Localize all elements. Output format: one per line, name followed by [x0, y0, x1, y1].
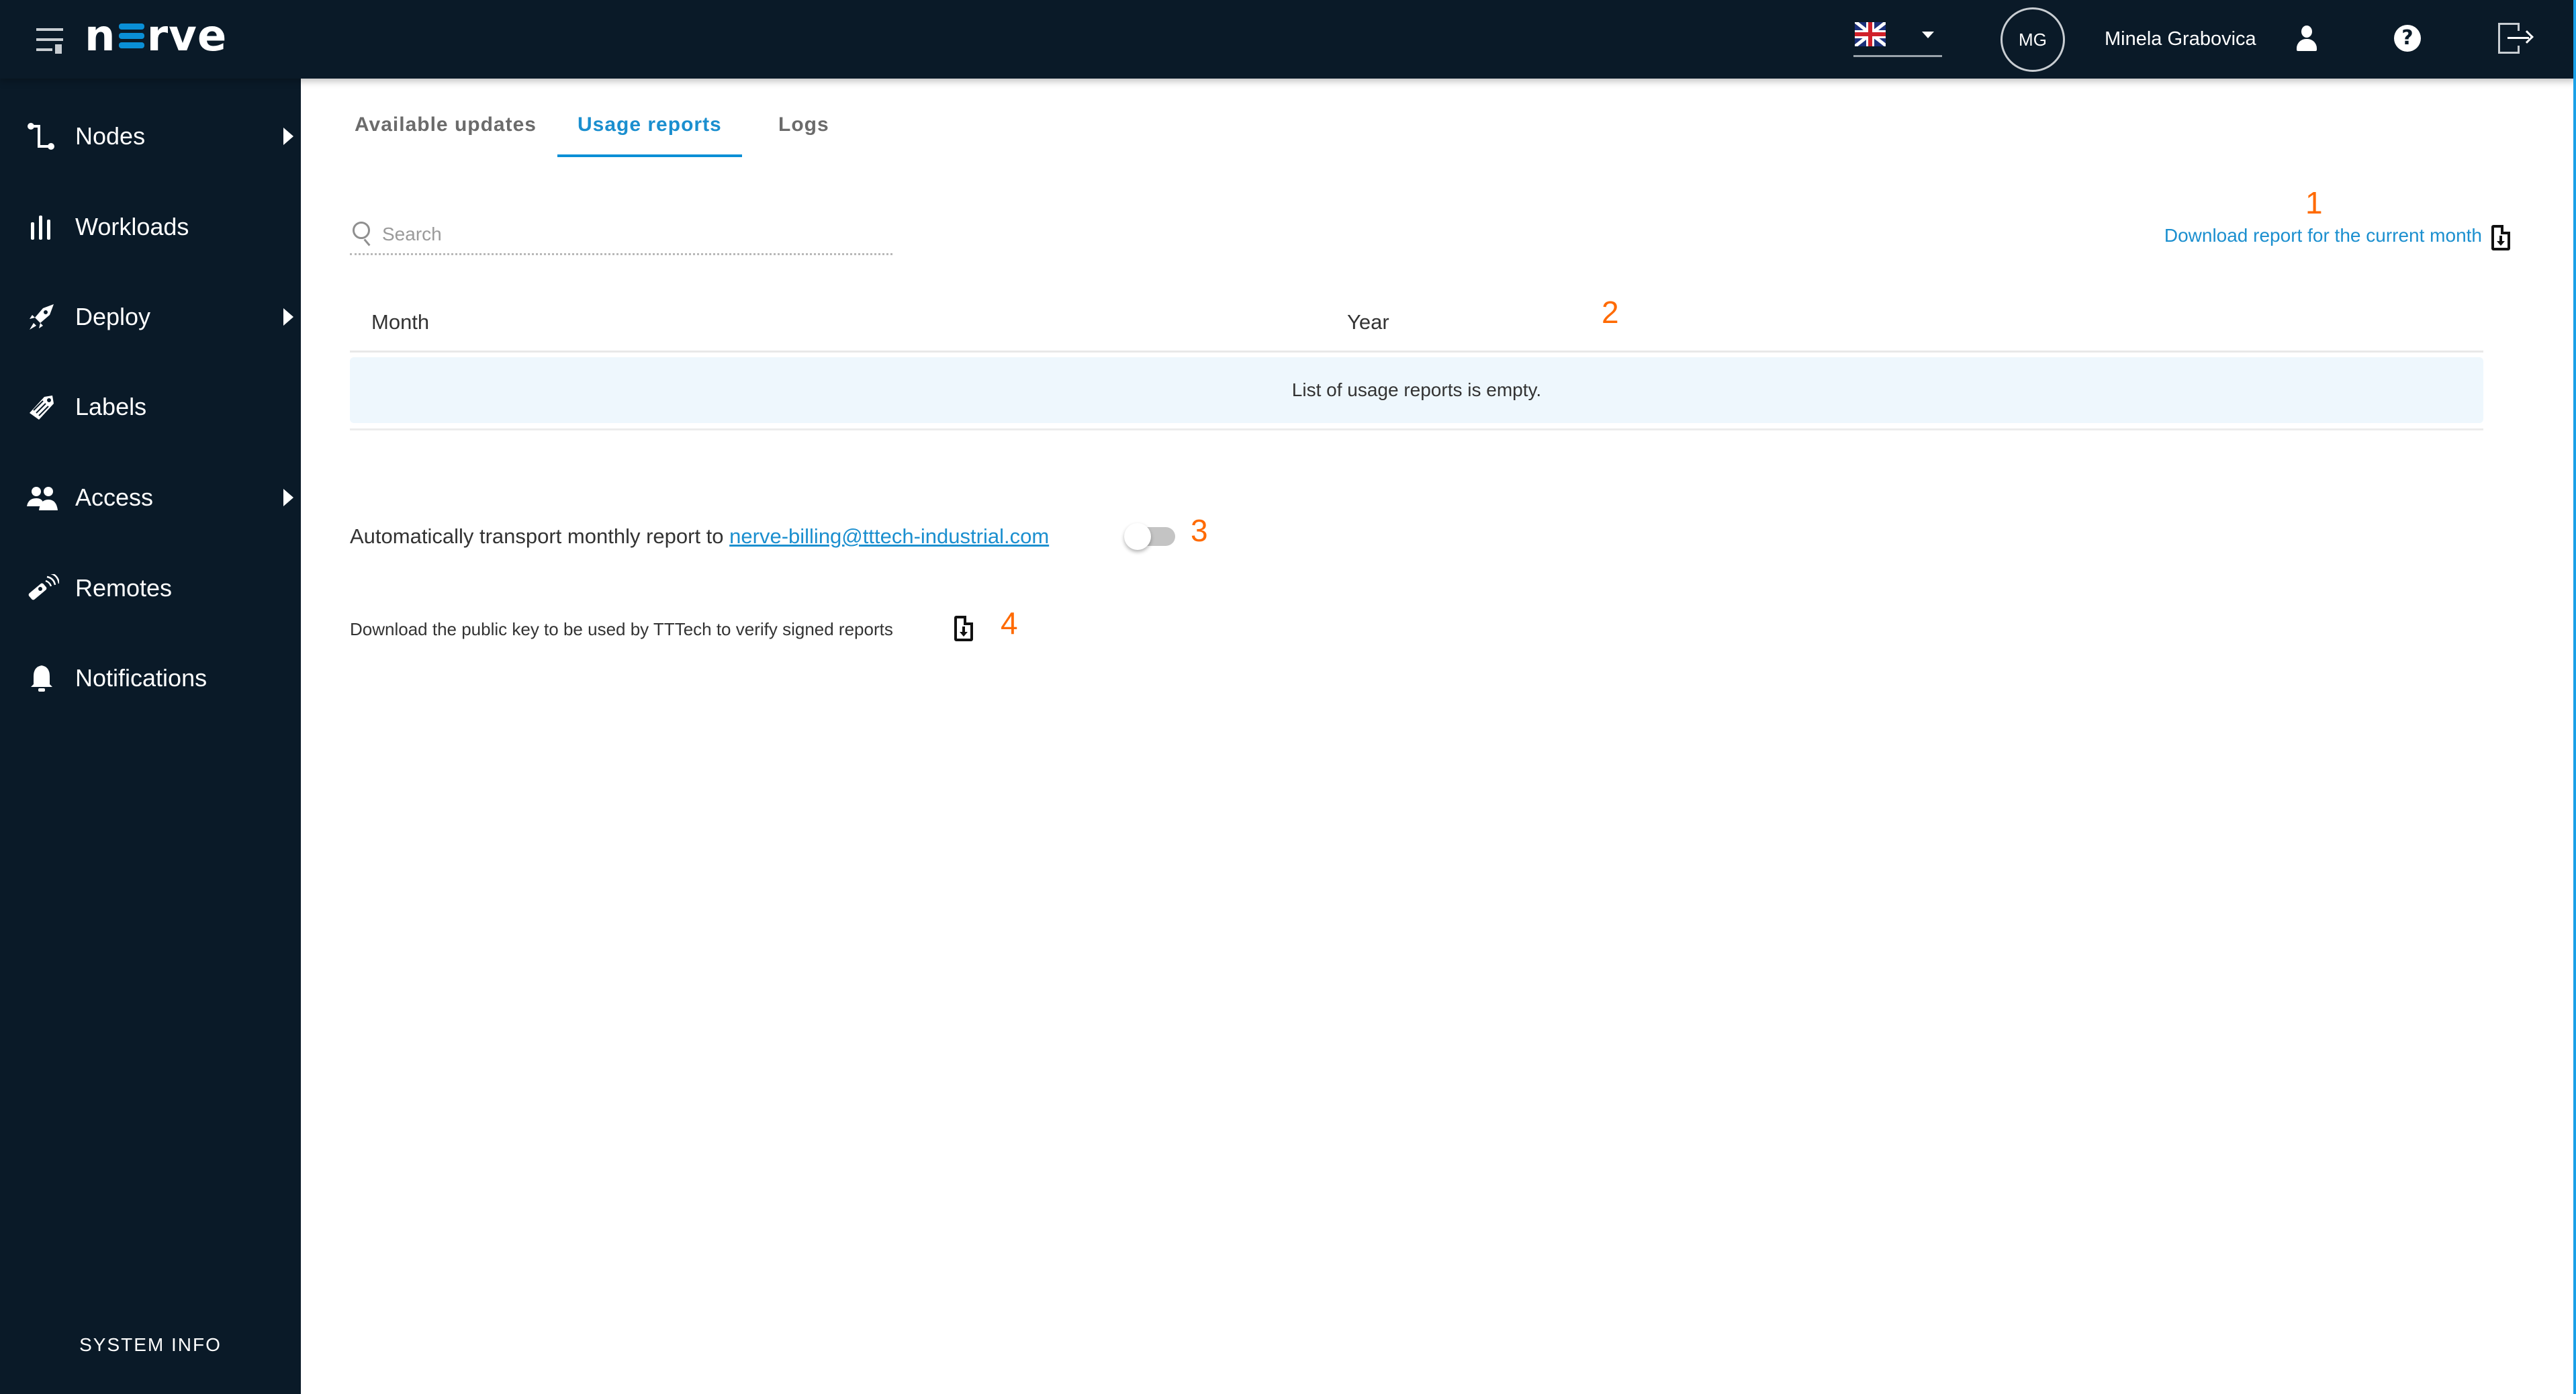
sidebar-item-label: Deploy [75, 303, 151, 330]
nodes-icon [28, 123, 54, 150]
chevron-right-icon [283, 489, 293, 506]
uk-flag-icon [1855, 22, 1886, 46]
tab-logs[interactable]: Logs [778, 113, 829, 136]
annotation-2: 2 [1602, 295, 1619, 330]
tab-available-updates[interactable]: Available updates [355, 113, 537, 136]
sidebar-item-label: Nodes [75, 122, 146, 150]
user-icon[interactable] [2295, 26, 2318, 52]
language-select[interactable] [1853, 20, 1942, 57]
top-header: n rve MG Minela Grabovica ? [0, 0, 2576, 79]
tab-usage-reports[interactable]: Usage reports [578, 113, 722, 136]
chevron-down-icon [1922, 32, 1934, 38]
auto-transport-toggle[interactable] [1124, 522, 1178, 551]
table-header-divider [350, 351, 2483, 353]
sidebar-item-label: Notifications [75, 664, 208, 692]
sidebar-item-remotes[interactable]: Remotes [0, 558, 301, 618]
workloads-icon [31, 216, 50, 240]
sidebar-item-label: Labels [75, 393, 147, 420]
system-info-link[interactable]: SYSTEM INFO [0, 1334, 301, 1356]
search-icon [353, 222, 373, 246]
remote-icon [28, 574, 59, 600]
main-content: Available updates Usage reports Logs 1 D… [301, 79, 2576, 1394]
sidebar: Nodes Workloads Deploy Labels Access Rem… [0, 79, 301, 1394]
column-header-year[interactable]: Year [1347, 310, 1389, 334]
download-current-month-link[interactable]: Download report for the current month [2164, 225, 2482, 246]
annotation-4: 4 [1001, 606, 1018, 641]
active-tab-indicator [557, 154, 742, 157]
sidebar-item-workloads[interactable]: Workloads [0, 197, 301, 257]
search-field[interactable] [350, 218, 892, 255]
toggle-knob [1124, 523, 1151, 550]
search-input[interactable] [382, 220, 879, 248]
bell-icon [31, 665, 52, 692]
logo-e-glyph [118, 24, 144, 49]
sidebar-item-notifications[interactable]: Notifications [0, 648, 301, 708]
rocket-icon [30, 304, 54, 330]
menu-icon[interactable] [35, 26, 66, 54]
chevron-right-icon [283, 128, 293, 145]
users-icon [27, 487, 58, 510]
sidebar-item-label: Remotes [75, 574, 173, 602]
user-name: Minela Grabovica [2105, 28, 2256, 50]
tag-icon [30, 396, 54, 420]
annotation-1: 1 [2305, 185, 2323, 220]
sidebar-item-nodes[interactable]: Nodes [0, 106, 301, 167]
column-header-month[interactable]: Month [371, 310, 429, 334]
sidebar-item-label: Access [75, 483, 154, 511]
billing-email-link[interactable]: nerve-billing@tttech-industrial.com [729, 524, 1049, 548]
avatar[interactable]: MG [2000, 7, 2065, 72]
nerve-logo[interactable]: n rve [85, 15, 227, 58]
logo-suffix: rve [146, 11, 228, 61]
sidebar-item-deploy[interactable]: Deploy [0, 287, 301, 347]
public-key-text: Download the public key to be used by TT… [350, 619, 893, 639]
file-download-icon[interactable] [2491, 225, 2510, 250]
sidebar-item-label: Workloads [75, 213, 189, 240]
auto-transport-text: Automatically transport monthly report t… [350, 524, 724, 548]
chevron-right-icon [283, 308, 293, 326]
window-edge [2573, 0, 2576, 1394]
table-empty-row: List of usage reports is empty. [350, 357, 2483, 423]
sidebar-item-access[interactable]: Access [0, 467, 301, 528]
logout-icon[interactable] [2498, 23, 2534, 54]
auto-transport-row: Automatically transport monthly report t… [350, 522, 1049, 551]
logo-prefix: n [85, 11, 116, 61]
sidebar-item-labels[interactable]: Labels [0, 377, 301, 437]
empty-message: List of usage reports is empty. [1291, 379, 1542, 400]
annotation-3: 3 [1191, 513, 1208, 548]
public-key-download-icon[interactable] [954, 616, 973, 641]
table-bottom-divider [350, 428, 2483, 430]
help-icon[interactable]: ? [2394, 25, 2421, 52]
